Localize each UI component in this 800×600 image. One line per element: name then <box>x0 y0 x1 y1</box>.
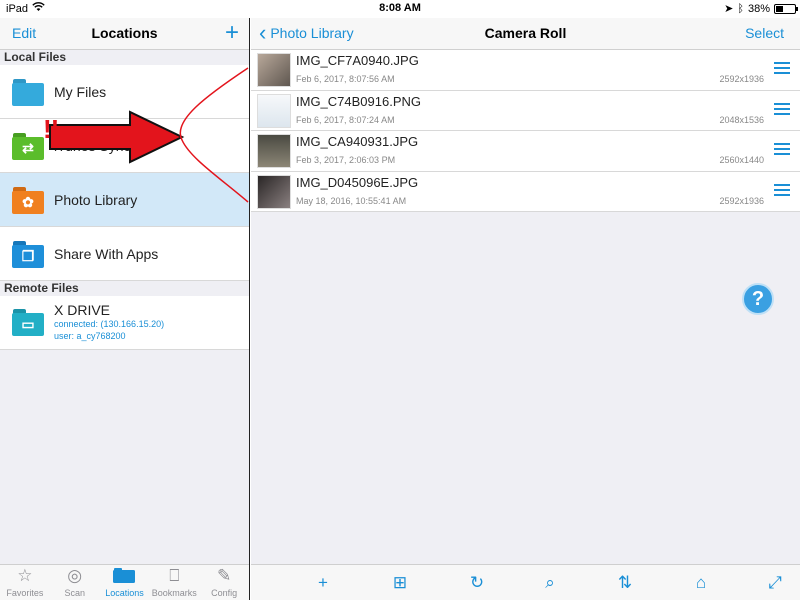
file-date: Feb 3, 2017, 2:06:03 PM <box>296 155 396 165</box>
tab-label: Scan <box>64 588 85 598</box>
bottom-toolbar: + ⊞ ↻ ⌕ ⇅ ⌂ ⤢ <box>251 564 800 600</box>
tab-label: Bookmarks <box>151 588 197 598</box>
red-curve-annotation <box>179 67 249 203</box>
remote-name: X DRIVE <box>54 302 111 318</box>
location-icon: ➤ <box>724 3 734 15</box>
file-date: Feb 6, 2017, 8:07:56 AM <box>296 74 395 84</box>
file-resolution: 2592x1936 <box>719 74 764 84</box>
camera-roll-pane: ‹ Photo Library Camera Roll Select IMG_C… <box>251 18 800 600</box>
location-share-with-apps[interactable]: ❐ Share With Apps <box>0 227 249 281</box>
add-location-button[interactable]: + <box>225 19 239 47</box>
hamburger-menu-icon[interactable] <box>774 143 790 155</box>
status-time: 8:08 AM <box>379 2 421 14</box>
file-date: May 18, 2016, 10:55:41 AM <box>296 195 407 206</box>
thumbnail <box>257 134 291 168</box>
new-folder-icon[interactable]: ⊞ <box>388 571 412 595</box>
thumbnail <box>257 174 291 209</box>
add-icon[interactable]: + <box>311 571 335 595</box>
hamburger-menu-icon[interactable] <box>774 183 790 196</box>
file-row[interactable]: IMG_CA940931.JPG Feb 3, 2017, 2:06:03 PM… <box>251 131 800 172</box>
file-row[interactable]: IMG_D045096E.JPG May 18, 2016, 10:55:41 … <box>251 171 800 212</box>
camera-roll-title: Camera Roll <box>484 25 567 41</box>
file-name: IMG_C74B0916.PNG <box>296 93 422 109</box>
file-resolution: 2048x1536 <box>719 114 764 125</box>
file-resolution: 2592x1936 <box>719 195 764 206</box>
expand-icon[interactable]: ⤢ <box>763 571 787 595</box>
file-date: Feb 6, 2017, 8:07:24 AM <box>296 114 395 125</box>
status-bar: iPad 8:08 AM ➤ ᛒ 38% <box>0 0 800 18</box>
left-tab-bar: ☆ Favorites ◎ Scan Locations ⎕ Bookmarks… <box>0 564 249 600</box>
network-drive-folder-icon: ▭ <box>12 308 44 336</box>
battery-icon <box>774 3 798 14</box>
tab-favorites[interactable]: ☆ Favorites <box>0 565 50 600</box>
wrench-icon: ✎ <box>216 566 232 585</box>
tab-config[interactable]: ✎ Config <box>199 565 249 600</box>
search-icon[interactable]: ⌕ <box>538 571 562 595</box>
file-row[interactable]: IMG_CF7A0940.JPG Feb 6, 2017, 8:07:56 AM… <box>251 50 800 91</box>
tab-locations[interactable]: Locations <box>100 565 150 600</box>
location-label: Photo Library <box>54 191 138 208</box>
exclamation-annotation: !! <box>43 114 59 144</box>
select-button[interactable]: Select <box>745 25 784 41</box>
tab-scan[interactable]: ◎ Scan <box>50 565 100 600</box>
sort-icon[interactable]: ⇅ <box>613 571 637 595</box>
thumbnail <box>257 53 291 87</box>
camera-roll-nav-bar: ‹ Photo Library Camera Roll Select <box>251 18 800 50</box>
location-label: Share With Apps <box>54 245 159 262</box>
locations-nav-bar: Edit Locations + <box>0 18 249 50</box>
book-icon: ⎕ <box>169 566 180 585</box>
section-header-local: Local Files <box>0 50 249 65</box>
remote-connected: connected: (130.166.15.20) <box>54 319 165 329</box>
file-name: IMG_D045096E.JPG <box>296 174 419 190</box>
file-row[interactable]: IMG_C74B0916.PNG Feb 6, 2017, 8:07:24 AM… <box>251 90 800 131</box>
tab-label: Locations <box>105 588 144 598</box>
remote-user: user: a_cy768200 <box>54 331 126 341</box>
section-header-remote: Remote Files <box>0 281 249 296</box>
hamburger-menu-icon[interactable] <box>774 102 790 115</box>
location-x-drive[interactable]: ▭ X DRIVE connected: (130.166.15.20) use… <box>0 296 249 350</box>
star-icon: ☆ <box>17 566 33 585</box>
bluetooth-icon: ᛒ <box>737 2 744 15</box>
red-arrow-annotation <box>49 110 185 164</box>
hamburger-menu-icon[interactable] <box>774 62 790 74</box>
battery-percent: 38% <box>747 2 770 15</box>
tab-label: Config <box>211 588 238 598</box>
folder-icon <box>113 566 136 588</box>
locations-title: Locations <box>91 25 158 41</box>
file-resolution: 2560x1440 <box>719 155 764 165</box>
help-button[interactable]: ? <box>742 283 774 315</box>
refresh-icon[interactable]: ↻ <box>465 571 489 595</box>
itunes-sync-folder-icon: ⇄ <box>12 132 44 160</box>
file-name: IMG_CA940931.JPG <box>296 134 419 149</box>
folder-icon <box>12 78 44 106</box>
tab-bookmarks[interactable]: ⎕ Bookmarks <box>149 565 199 600</box>
photo-library-folder-icon: ✿ <box>12 186 44 214</box>
radar-icon: ◎ <box>67 566 83 585</box>
location-label: My Files <box>54 83 107 100</box>
file-name: IMG_CF7A0940.JPG <box>296 53 419 68</box>
share-with-apps-folder-icon: ❐ <box>12 240 44 268</box>
tab-label: Favorites <box>6 588 44 598</box>
home-icon[interactable]: ⌂ <box>689 571 713 595</box>
battery-fill <box>776 5 783 12</box>
thumbnail <box>257 93 291 128</box>
